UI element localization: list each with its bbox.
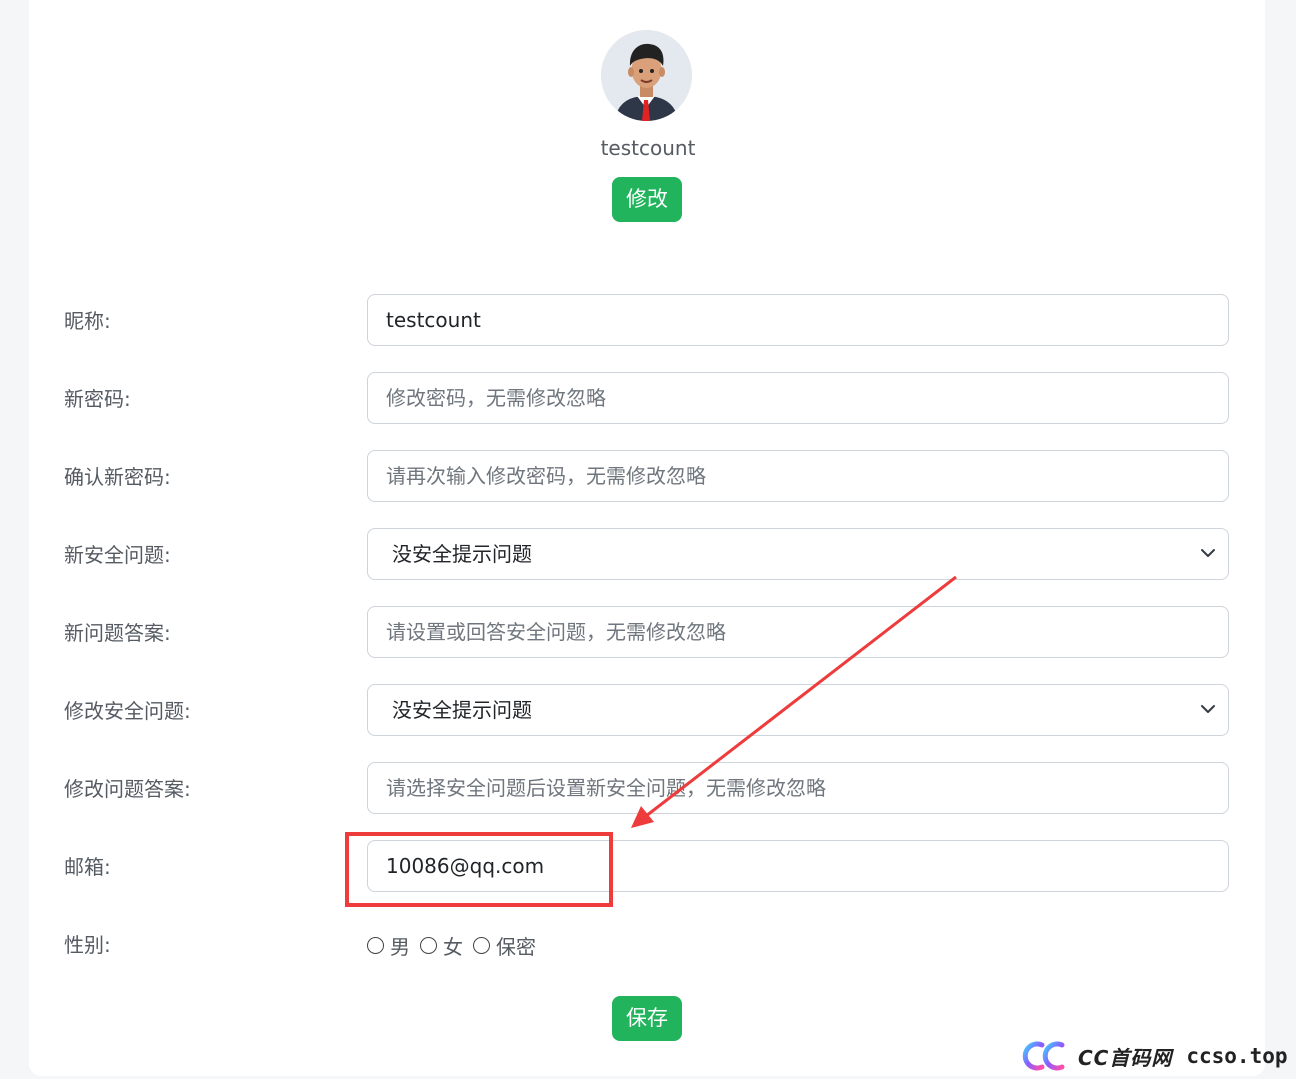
gender-option-label: 男 [390,934,410,959]
watermark-brand: CC首码网 [1078,1045,1173,1070]
modify-answer-label: 修改问题答案: [64,777,191,801]
confirm-password-input[interactable]: 请再次输入修改密码，无需修改忽略 [367,450,1229,502]
gender-option-secret[interactable]: 保密 [473,931,536,960]
profile-username: testcount [600,136,696,160]
chevron-down-icon [1201,549,1215,557]
new-password-input[interactable]: 修改密码，无需修改忽略 [367,372,1229,424]
email-input[interactable]: 10086@qq.com [367,840,1229,892]
new-answer-label: 新问题答案: [64,621,171,645]
gender-radio-group: 男 女 保密 [367,928,546,962]
new-security-question-value: 没安全提示问题 [392,542,532,566]
edit-avatar-button[interactable]: 修改 [612,177,682,222]
modify-security-question-label: 修改安全问题: [64,699,191,723]
new-password-label: 新密码: [64,387,131,411]
gender-option-male[interactable]: 男 [367,931,410,960]
new-answer-input[interactable]: 请设置或回答安全问题，无需修改忽略 [367,606,1229,658]
save-button[interactable]: 保存 [612,996,682,1041]
new-security-question-label: 新安全问题: [64,543,171,567]
watermark-domain: ccso.top [1186,1044,1288,1068]
gender-label: 性别: [64,933,111,957]
radio-button[interactable] [473,936,490,954]
avatar [601,30,692,121]
radio-button[interactable] [367,936,384,954]
gender-option-female[interactable]: 女 [420,931,463,960]
nickname-label: 昵称: [64,309,111,333]
nickname-input[interactable]: testcount [367,294,1229,346]
gender-option-label: 保密 [496,934,536,959]
new-security-question-select[interactable]: 没安全提示问题 [367,528,1229,580]
modify-answer-input[interactable]: 请选择安全问题后设置新安全问题，无需修改忽略 [367,762,1229,814]
gender-option-label: 女 [443,934,463,959]
avatar-person-icon [601,30,692,121]
modify-security-question-select[interactable]: 没安全提示问题 [367,684,1229,736]
cc-logo-icon [1022,1041,1065,1071]
watermark: CC首码网 ccso.top [1022,1038,1288,1074]
confirm-password-label: 确认新密码: [64,465,171,489]
modify-security-question-value: 没安全提示问题 [392,698,532,722]
email-label: 邮箱: [64,855,111,879]
radio-button[interactable] [420,936,437,954]
chevron-down-icon [1201,705,1215,713]
